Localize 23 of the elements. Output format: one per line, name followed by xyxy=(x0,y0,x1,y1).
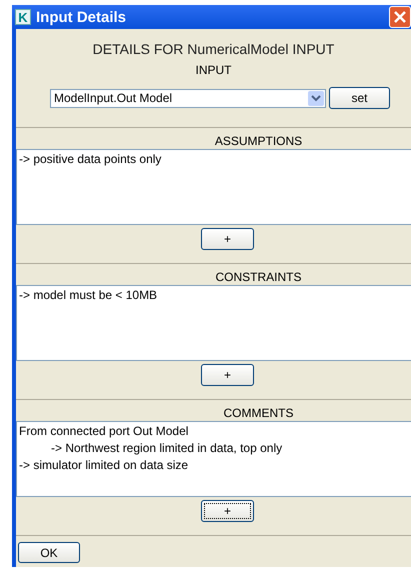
ok-button[interactable]: OK xyxy=(18,542,80,563)
section-title: ASSUMPTIONS xyxy=(214,133,304,149)
add-button[interactable]: + xyxy=(201,364,254,386)
text-area[interactable]: -> model must be < 10MB xyxy=(16,285,411,361)
input-label: INPUT xyxy=(194,63,232,77)
window-title: Input Details xyxy=(36,8,128,26)
add-button[interactable]: + xyxy=(201,228,254,250)
add-button[interactable]: + xyxy=(201,500,254,522)
text-line: -> positive data points only xyxy=(19,151,162,168)
close-icon[interactable] xyxy=(389,6,411,28)
dialog-heading: DETAILS FOR NumericalModel INPUT xyxy=(92,41,336,57)
text-area[interactable]: From connected port Out Model -> Northwest region limited in data, top only -> simulator limited on data size xyxy=(16,421,411,497)
app-icon: K xyxy=(15,9,31,25)
text-line: -> simulator limited on data size xyxy=(19,457,190,474)
input-dropdown[interactable]: ModelInput.Out Model xyxy=(50,88,326,108)
text-line: From connected port Out Model xyxy=(19,423,190,440)
text-area[interactable]: -> positive data points only xyxy=(16,149,411,225)
set-button[interactable]: set xyxy=(329,87,390,109)
text-line: -> model must be < 10MB xyxy=(19,287,158,304)
section-title: COMMENTS xyxy=(222,405,294,421)
text-line: -> Northwest region limited in data, top only xyxy=(51,440,284,457)
caret-icon[interactable] xyxy=(308,90,324,106)
section-title: CONSTRAINTS xyxy=(214,269,302,285)
